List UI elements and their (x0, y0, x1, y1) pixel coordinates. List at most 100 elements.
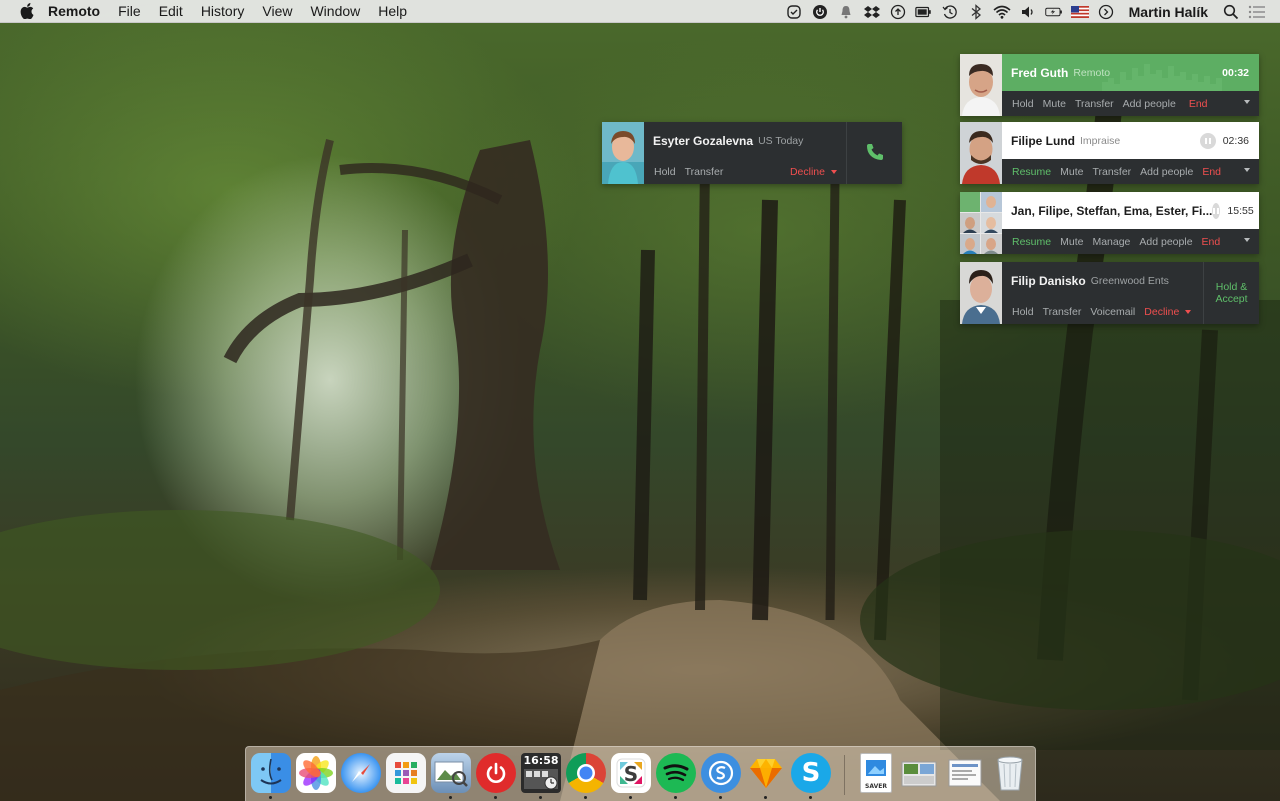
hold-button[interactable]: Hold (1012, 306, 1034, 318)
menu-app-name[interactable]: Remoto (48, 0, 109, 23)
time-machine-icon[interactable] (941, 3, 959, 21)
add-people-button[interactable]: Add people (1123, 98, 1176, 110)
sketch-icon[interactable] (746, 753, 786, 793)
forest-scene (0, 98, 1280, 801)
list-icon[interactable] (1248, 3, 1266, 21)
user-name[interactable]: Martin Halík (1119, 4, 1218, 20)
safari-icon[interactable] (341, 753, 381, 793)
hold-button[interactable]: Hold (1012, 98, 1034, 110)
saver-icon[interactable]: SAVER (860, 753, 892, 793)
menu-file[interactable]: File (109, 0, 150, 23)
preview-icon[interactable] (431, 753, 471, 793)
running-indicator (719, 796, 722, 799)
slack-icon[interactable]: S (611, 753, 651, 793)
document-folder-icon[interactable] (945, 753, 985, 793)
mute-button[interactable]: Mute (1060, 236, 1083, 248)
add-people-button[interactable]: Add people (1140, 166, 1193, 178)
dropbox-icon[interactable] (863, 3, 881, 21)
chevron-down-icon[interactable] (1244, 100, 1250, 104)
accept-call-button[interactable] (846, 122, 902, 184)
checkmark-circle-icon[interactable] (785, 3, 803, 21)
pause-icon[interactable] (1212, 202, 1221, 219)
group-participants: Jan, Filipe, Steffan, Ema, Ester, Fi... (1011, 203, 1213, 218)
call-timer: 00:32 (1222, 66, 1249, 79)
menu-view[interactable]: View (253, 0, 301, 23)
caller-company: Remoto (1073, 66, 1111, 79)
call-timer: 15:55 (1227, 204, 1254, 217)
call-header: Jan, Filipe, Steffan, Ema, Ester, Fi... … (1002, 192, 1259, 229)
avatar (960, 122, 1002, 184)
decline-button[interactable]: Decline (790, 166, 837, 178)
mute-button[interactable]: Mute (1043, 98, 1066, 110)
clock-circle-icon[interactable] (1097, 3, 1115, 21)
incoming-call-header: Esyter Gozalevna US Today (644, 122, 846, 159)
hold-and-accept-button[interactable]: Hold & Accept (1203, 262, 1259, 324)
hold-button[interactable]: Hold (654, 166, 676, 178)
wifi-icon[interactable] (993, 3, 1011, 21)
call-header: Filipe Lund Impraise 02:36 (1002, 122, 1259, 159)
transfer-button[interactable]: Transfer (685, 166, 724, 178)
add-people-button[interactable]: Add people (1139, 236, 1192, 248)
transfer-button[interactable]: Transfer (1043, 306, 1082, 318)
search-icon[interactable] (1222, 3, 1240, 21)
skype-icon[interactable]: S (791, 753, 831, 793)
resume-button[interactable]: Resume (1012, 166, 1051, 178)
menu-help[interactable]: Help (369, 0, 416, 23)
menu-history[interactable]: History (192, 0, 254, 23)
incoming-call-card-stack: Filip Danisko Greenwood Ents Hold Transf… (960, 262, 1259, 324)
voicemail-button[interactable]: Voicemail (1090, 306, 1135, 318)
end-call-button[interactable]: End (1189, 98, 1208, 110)
power-circle-icon[interactable] (811, 3, 829, 21)
call-card-active: Fred Guth Remoto 00:32 Hold Mute Transfe… (960, 54, 1259, 116)
photos-icon[interactable] (296, 753, 336, 793)
bell-icon[interactable] (837, 3, 855, 21)
menu-bar: Remoto File Edit History View Window Hel… (0, 0, 1280, 23)
transfer-button[interactable]: Transfer (1075, 98, 1114, 110)
chevron-down-icon[interactable] (1185, 309, 1192, 314)
caller-name: Esyter Gozalevna (653, 133, 754, 148)
finder-icon[interactable] (251, 753, 291, 793)
chevron-down-icon[interactable] (1244, 238, 1250, 242)
end-call-button[interactable]: End (1202, 166, 1221, 178)
running-indicator (629, 796, 632, 799)
desktop-wallpaper (0, 0, 1280, 801)
simplenote-icon[interactable] (701, 753, 741, 793)
display-battery-icon[interactable] (914, 3, 933, 21)
pause-icon[interactable] (1199, 132, 1216, 149)
manage-button[interactable]: Manage (1092, 236, 1130, 248)
trash-icon[interactable] (990, 753, 1030, 793)
caller-company: Greenwood Ents (1090, 274, 1169, 287)
power-app-icon[interactable] (476, 753, 516, 793)
end-call-button[interactable]: End (1202, 236, 1221, 248)
transfer-button[interactable]: Transfer (1092, 166, 1131, 178)
running-indicator (764, 796, 767, 799)
group-call-card: Jan, Filipe, Steffan, Ema, Ester, Fi... … (960, 192, 1259, 254)
us-flag-icon[interactable] (1070, 3, 1089, 21)
call-actions: Resume Mute Manage Add people End (1002, 229, 1259, 254)
upload-circle-icon[interactable] (889, 3, 907, 21)
group-avatars (960, 192, 1002, 254)
battery-charging-icon[interactable] (1044, 3, 1063, 21)
phone-icon (865, 142, 885, 165)
bluetooth-icon[interactable] (967, 3, 985, 21)
menu-window[interactable]: Window (301, 0, 369, 23)
launchpad-icon[interactable] (386, 753, 426, 793)
chevron-down-icon[interactable] (831, 169, 837, 174)
menu-edit[interactable]: Edit (150, 0, 192, 23)
mute-button[interactable]: Mute (1060, 166, 1083, 178)
call-actions: Hold Mute Transfer Add people End (1002, 91, 1259, 116)
running-indicator (809, 796, 812, 799)
running-indicator (539, 796, 542, 799)
clock-app-icon[interactable]: 16:58 (521, 753, 561, 793)
spotify-icon[interactable] (656, 753, 696, 793)
chevron-down-icon[interactable] (1244, 168, 1250, 172)
volume-icon[interactable] (1019, 3, 1037, 21)
decline-label: Decline (1144, 305, 1180, 318)
audio-waveform (1102, 64, 1222, 91)
decline-button[interactable]: Decline (1144, 305, 1192, 318)
apple-icon[interactable] (18, 2, 36, 20)
screenshot-folder-icon[interactable] (900, 753, 940, 793)
running-indicator (674, 796, 677, 799)
chrome-icon[interactable] (566, 753, 606, 793)
resume-button[interactable]: Resume (1012, 236, 1051, 248)
